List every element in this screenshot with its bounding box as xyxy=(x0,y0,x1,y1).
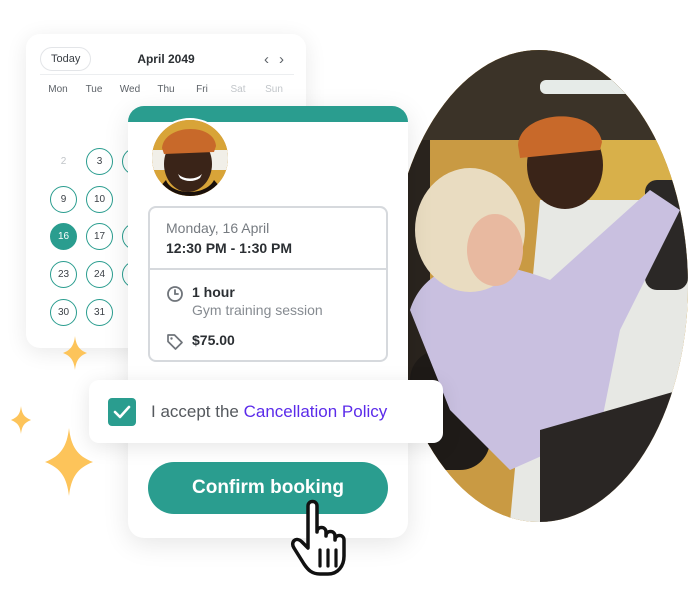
calendar-header: Today April 2049 ‹ › xyxy=(40,46,292,72)
weekday-label: Mon xyxy=(48,84,68,95)
details-divider xyxy=(150,268,386,270)
session-type: Gym training session xyxy=(192,302,323,318)
chevron-left-icon[interactable]: ‹ xyxy=(264,52,269,67)
clock-icon xyxy=(167,286,183,302)
sparkle-icon xyxy=(45,428,93,496)
weekday-label: Sun xyxy=(265,84,283,95)
sparkle-icon xyxy=(63,336,87,370)
today-button[interactable]: Today xyxy=(40,47,92,71)
weekday-row: Mon Tue Wed Thu Fri Sat Sun xyxy=(40,84,292,95)
calendar-day[interactable]: 24 xyxy=(86,261,113,288)
cancellation-policy-link[interactable]: Cancellation Policy xyxy=(244,402,388,421)
booking-date: Monday, 16 April xyxy=(166,220,270,236)
calendar-day[interactable]: 10 xyxy=(86,186,113,213)
trainer-avatar-image xyxy=(152,120,228,196)
calendar-day[interactable]: 30 xyxy=(50,299,77,326)
calendar-day[interactable]: 23 xyxy=(50,261,77,288)
booking-time: 12:30 PM - 1:30 PM xyxy=(166,240,293,256)
calendar-divider xyxy=(40,74,294,75)
checkmark-icon xyxy=(113,405,131,418)
accept-policy-checkbox[interactable] xyxy=(108,397,136,426)
weekday-label: Tue xyxy=(85,84,103,95)
weekday-label: Sat xyxy=(230,84,246,95)
card-header-band xyxy=(128,106,408,122)
session-duration: 1 hour xyxy=(192,284,235,300)
tag-icon xyxy=(167,334,183,350)
calendar-day[interactable]: 31 xyxy=(86,299,113,326)
calendar-day-selected[interactable]: 16 xyxy=(50,223,77,250)
calendar-day[interactable]: 3 xyxy=(86,148,113,175)
weekday-label: Fri xyxy=(196,84,208,95)
chevron-right-icon[interactable]: › xyxy=(279,52,284,67)
hand-pointer-cursor-icon xyxy=(290,499,346,576)
calendar-day[interactable]: 9 xyxy=(50,186,77,213)
month-nav: ‹ › xyxy=(264,52,284,67)
weekday-label: Wed xyxy=(119,84,141,95)
booking-card: Monday, 16 April 12:30 PM - 1:30 PM 1 ho… xyxy=(128,106,408,538)
sparkle-icon xyxy=(11,406,31,434)
calendar-day: 2 xyxy=(50,148,77,175)
gym-photo-illustration xyxy=(390,50,688,522)
accept-policy-text: I accept the xyxy=(151,401,244,421)
gym-photo xyxy=(390,50,688,522)
avatar xyxy=(150,118,230,198)
weekday-label: Thu xyxy=(157,84,175,95)
booking-details: Monday, 16 April 12:30 PM - 1:30 PM 1 ho… xyxy=(148,206,388,362)
accept-policy-label: I accept the Cancellation Policy xyxy=(151,402,387,422)
calendar-day[interactable]: 17 xyxy=(86,223,113,250)
session-price: $75.00 xyxy=(192,332,235,348)
accept-policy-bar: I accept the Cancellation Policy xyxy=(89,380,443,443)
